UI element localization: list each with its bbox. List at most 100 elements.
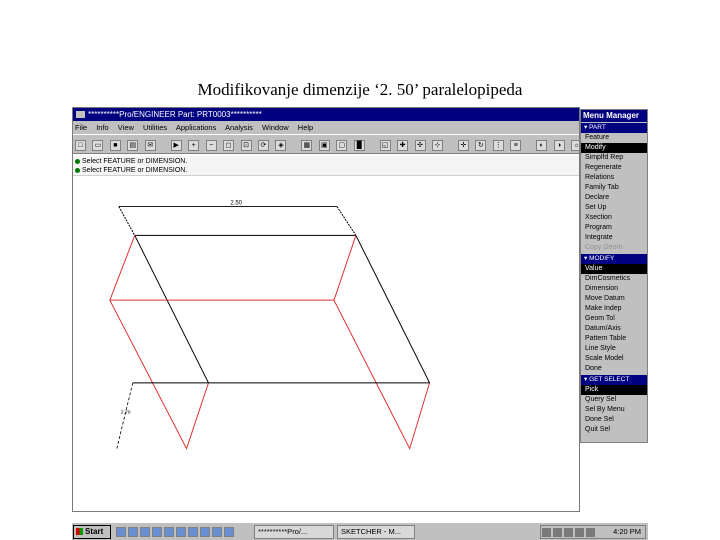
- message-line: Select FEATURE or DIMENSION.: [75, 157, 577, 166]
- dimension-value-side[interactable]: 2.70: [121, 410, 131, 416]
- start-button[interactable]: Start: [73, 525, 111, 539]
- repaint-icon[interactable]: ⟳: [257, 140, 269, 152]
- play-icon[interactable]: ▶: [170, 140, 182, 152]
- menu-item-done-sel[interactable]: Done Sel: [581, 415, 647, 425]
- message-area: Select FEATURE or DIMENSION. Select FEAT…: [73, 156, 579, 176]
- quick-launch-icon[interactable]: [116, 527, 126, 537]
- edge-top-right[interactable]: [355, 235, 431, 384]
- menu-analysis[interactable]: Analysis: [225, 123, 253, 132]
- menu-item-declare[interactable]: Declare: [581, 193, 647, 203]
- menu-item-set-up[interactable]: Set Up: [581, 203, 647, 213]
- task-button-proe[interactable]: **********Pro/...: [254, 525, 334, 539]
- menu-utilities[interactable]: Utilities: [143, 123, 167, 132]
- coordinate-system-icon[interactable]: ⊹: [431, 140, 443, 152]
- tray-icon[interactable]: [564, 527, 573, 537]
- menu-item-dimcosmetics[interactable]: DimCosmetics: [581, 274, 647, 284]
- wireframe-icon[interactable]: ▦: [301, 140, 313, 152]
- edge-top-left[interactable]: [134, 235, 209, 384]
- section-get-select[interactable]: ▾ GET SELECT: [581, 375, 647, 385]
- proe-window: **********Pro/ENGINEER Part: PRT0003****…: [72, 107, 580, 512]
- zoom-window-icon[interactable]: ◻: [223, 140, 235, 152]
- menu-item-relations[interactable]: Relations: [581, 173, 647, 183]
- menu-view[interactable]: View: [118, 123, 134, 132]
- print-icon[interactable]: ▤: [127, 140, 139, 152]
- layers-icon[interactable]: ≡: [510, 140, 522, 152]
- menu-item-make-indep[interactable]: Make Indep: [581, 304, 647, 314]
- quick-launch-icon[interactable]: [140, 527, 150, 537]
- menu-item-quit-sel[interactable]: Quit Sel: [581, 425, 647, 435]
- open-file-icon[interactable]: ▭: [92, 140, 104, 152]
- environment-icon[interactable]: ◐: [536, 140, 548, 152]
- datum-axes-icon[interactable]: ✚: [397, 140, 409, 152]
- menu-item-query-sel[interactable]: Query Sel: [581, 395, 647, 405]
- quick-launch-icon[interactable]: [176, 527, 186, 537]
- model-tree-icon[interactable]: ⋮: [492, 140, 504, 152]
- dimension-leader-left: [118, 206, 136, 236]
- save-icon[interactable]: ■: [109, 140, 121, 152]
- quick-launch-icon[interactable]: [224, 527, 234, 537]
- graphics-window[interactable]: 2.50 2.70: [73, 177, 579, 511]
- datum-planes-icon[interactable]: ◱: [379, 140, 391, 152]
- section-part[interactable]: ▾ PART: [581, 123, 647, 133]
- quick-launch-icon[interactable]: [128, 527, 138, 537]
- menu-file[interactable]: File: [75, 123, 87, 132]
- hidden-line-icon[interactable]: ▣: [318, 140, 330, 152]
- shading-icon[interactable]: █: [353, 140, 365, 152]
- clock[interactable]: 4:20 PM: [613, 526, 641, 538]
- saved-views-icon[interactable]: ◈: [275, 140, 287, 152]
- menu-item-move-datum[interactable]: Move Datum: [581, 294, 647, 304]
- taskbar: Start **********Pro/... SKETCHER - M... …: [72, 522, 648, 540]
- menu-item-regenerate[interactable]: Regenerate: [581, 163, 647, 173]
- tray-icon[interactable]: [553, 527, 562, 537]
- task-button-sketcher[interactable]: SKETCHER - M...: [337, 525, 415, 539]
- menu-item-modify[interactable]: Modify: [581, 143, 647, 153]
- window-titlebar[interactable]: **********Pro/ENGINEER Part: PRT0003****…: [73, 108, 579, 121]
- menu-item-feature[interactable]: Feature: [581, 133, 647, 143]
- menu-item-pattern-table[interactable]: Pattern Table: [581, 334, 647, 344]
- quick-launch: [116, 527, 236, 539]
- zoom-out-icon[interactable]: −: [205, 140, 217, 152]
- lights-icon[interactable]: ☼: [571, 140, 579, 152]
- menu-item-integrate[interactable]: Integrate: [581, 233, 647, 243]
- colors-icon[interactable]: ◑: [553, 140, 565, 152]
- no-hidden-icon[interactable]: ▢: [336, 140, 348, 152]
- datum-points-icon[interactable]: ✣: [414, 140, 426, 152]
- zoom-in-icon[interactable]: +: [188, 140, 200, 152]
- quick-launch-icon[interactable]: [164, 527, 174, 537]
- menu-info[interactable]: Info: [96, 123, 109, 132]
- menu-item-copy-geom: Copy Geom: [585, 244, 623, 251]
- new-file-icon[interactable]: □: [75, 140, 86, 152]
- dimension-value-top[interactable]: 2.50: [230, 201, 242, 207]
- quick-launch-icon[interactable]: [212, 527, 222, 537]
- menu-window[interactable]: Window: [262, 123, 289, 132]
- menu-help[interactable]: Help: [298, 123, 313, 132]
- menu-item-geom-tol[interactable]: Geom Tol: [581, 314, 647, 324]
- menu-item-done[interactable]: Done: [581, 364, 647, 374]
- orientation-icon[interactable]: ↻: [475, 140, 487, 152]
- menu-item-xsection[interactable]: Xsection: [581, 213, 647, 223]
- menu-item-datum-axis[interactable]: Datum/Axis: [581, 324, 647, 334]
- menu-item-dimension[interactable]: Dimension: [581, 284, 647, 294]
- menu-item-program[interactable]: Program: [581, 223, 647, 233]
- quick-launch-icon[interactable]: [152, 527, 162, 537]
- section-modify[interactable]: ▾ MODIFY: [581, 254, 647, 264]
- window-title: **********Pro/ENGINEER Part: PRT0003****…: [88, 110, 262, 119]
- menu-item-line-style[interactable]: Line Style: [581, 344, 647, 354]
- menu-item-sel-by-menu[interactable]: Sel By Menu: [581, 405, 647, 415]
- menu-item-simplfd-rep[interactable]: Simplfd Rep: [581, 153, 647, 163]
- menu-item-pick[interactable]: Pick: [581, 385, 647, 395]
- quick-launch-icon[interactable]: [188, 527, 198, 537]
- menu-item-value[interactable]: Value: [581, 264, 647, 274]
- speaker-icon[interactable]: [575, 527, 584, 537]
- edge-right-front[interactable]: [333, 235, 431, 450]
- tray-icon[interactable]: [586, 527, 595, 537]
- tray-icon[interactable]: [542, 527, 551, 537]
- menu-item-scale-model[interactable]: Scale Model: [581, 354, 647, 364]
- email-icon[interactable]: ✉: [144, 140, 156, 152]
- spin-center-icon[interactable]: ✛: [457, 140, 469, 152]
- quick-launch-icon[interactable]: [200, 527, 210, 537]
- menu-item-family-tab[interactable]: Family Tab: [581, 183, 647, 193]
- menu-applications[interactable]: Applications: [176, 123, 216, 132]
- refit-icon[interactable]: ⊡: [240, 140, 252, 152]
- edge-left-front[interactable]: [109, 235, 209, 450]
